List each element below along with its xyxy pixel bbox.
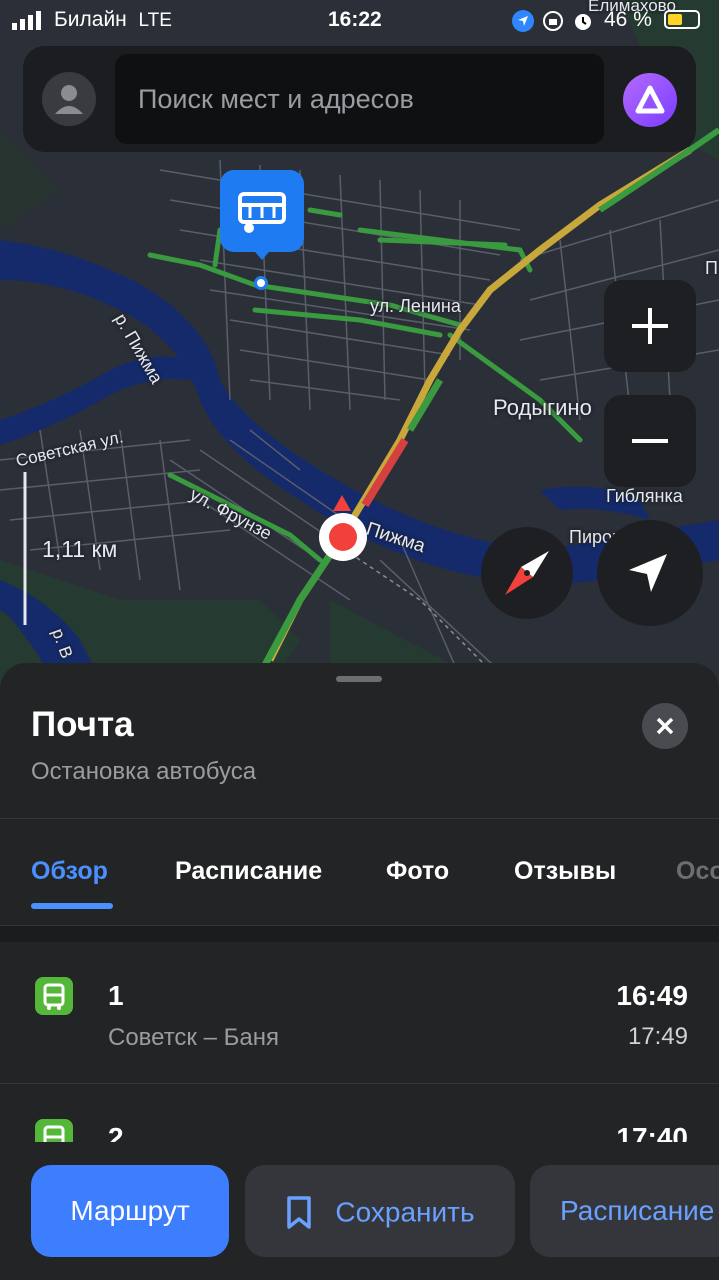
route-time: 16:49	[616, 980, 688, 1011]
save-button[interactable]: Сохранить	[245, 1165, 515, 1257]
sheet-grabber[interactable]	[336, 676, 382, 682]
tab-photos[interactable]: Фото	[386, 857, 449, 886]
plus-icon	[632, 308, 668, 344]
my-location-button[interactable]	[597, 520, 703, 626]
route-name: Советск – Баня	[108, 1024, 279, 1051]
map-label-lenina: ул. Ленина	[370, 296, 461, 316]
search-bar: Поиск мест и адресов	[23, 46, 696, 152]
voice-assistant-button[interactable]	[623, 73, 677, 127]
route-number: 1	[108, 980, 124, 1011]
profile-button[interactable]	[42, 72, 96, 126]
map-label-edge: П	[705, 258, 718, 278]
minus-icon	[632, 439, 668, 443]
active-tab-indicator	[31, 903, 113, 909]
signal-icon	[12, 11, 41, 30]
zoom-in-button[interactable]	[604, 280, 696, 372]
location-marker	[319, 513, 367, 561]
battery-percent: 46 %	[604, 8, 652, 31]
place-title: Почта	[31, 705, 134, 744]
clock: 16:22	[328, 8, 382, 31]
orientation-lock-icon	[543, 11, 563, 31]
map-label-rodygino: Родыгино	[493, 395, 592, 420]
schedule-button[interactable]: Расписание	[530, 1165, 719, 1257]
bus-stop-pin[interactable]	[220, 170, 304, 252]
bookmark-icon	[287, 1195, 312, 1229]
location-services-icon	[512, 10, 534, 32]
route-next-time: 17:49	[627, 1023, 688, 1050]
navigation-arrow-icon	[629, 554, 667, 592]
heading-arrow	[333, 495, 351, 511]
bus-stop-icon	[238, 192, 286, 233]
compass-button[interactable]	[481, 527, 573, 619]
alarm-icon	[575, 14, 591, 30]
alice-icon	[635, 85, 665, 114]
tab-schedule[interactable]: Расписание	[175, 857, 322, 886]
pin-pointer	[250, 246, 274, 260]
battery-icon	[664, 10, 700, 29]
map-label-giblyanka: Гиблянка	[606, 486, 683, 506]
map-scale-label: 1,11 км	[42, 536, 118, 562]
zoom-out-button[interactable]	[604, 395, 696, 487]
close-icon	[656, 717, 674, 735]
status-bar: Билайн LTE 16:22 46 %	[0, 0, 719, 40]
tab-overview[interactable]: Обзор	[31, 857, 108, 886]
bus-icon	[35, 977, 73, 1015]
tab-features[interactable]: Осо	[676, 857, 719, 886]
list-item[interactable]: 1 Советск – Баня 16:49 17:49	[0, 942, 719, 1082]
divider	[0, 818, 719, 819]
close-button[interactable]	[642, 703, 688, 749]
search-input[interactable]: Поиск мест и адресов	[115, 54, 604, 144]
save-button-label: Сохранить	[335, 1196, 475, 1228]
compass-icon	[505, 551, 549, 595]
place-subtitle: Остановка автобуса	[31, 758, 257, 785]
tab-reviews[interactable]: Отзывы	[514, 857, 616, 886]
bus-stop-dot	[254, 276, 268, 290]
carrier-name: Билайн LTE	[54, 8, 172, 31]
route-button[interactable]: Маршрут	[31, 1165, 229, 1257]
user-icon	[55, 85, 83, 114]
section-gap	[0, 926, 719, 942]
